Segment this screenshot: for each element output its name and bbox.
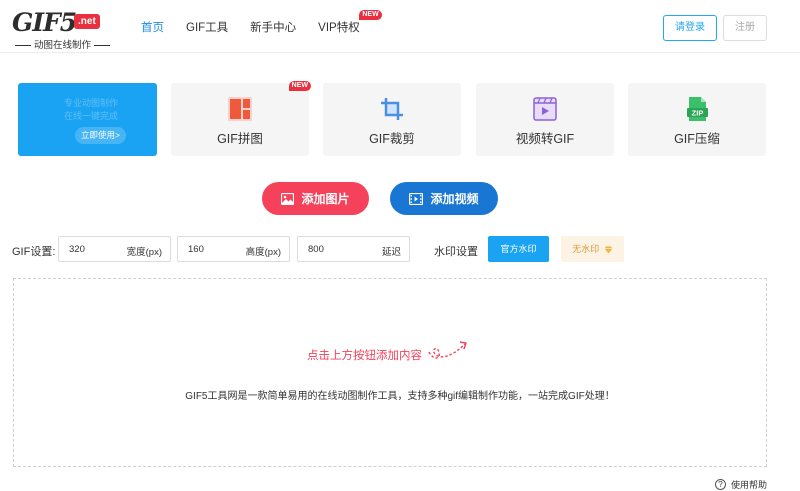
logo-text: GIF5 [12,8,77,37]
tool-label: GIF拼图 [217,132,263,146]
register-button[interactable]: 注册 [723,15,767,41]
promo-ghost-line-1: 专业动图制作 [64,98,119,108]
no-watermark-button[interactable]: 无水印 [561,236,624,262]
tool-label: GIF裁剪 [369,132,415,146]
crop-icon [381,98,403,120]
top-header: GIF5 .net 动图在线制作 首页 GIF工具 新手中心 VIP特权 NEW… [0,0,800,53]
site-logo[interactable]: GIF5 .net 动图在线制作 [12,8,113,51]
add-video-button[interactable]: 添加视频 [390,182,498,215]
zip-icon: ZIP [687,97,708,121]
official-watermark-button[interactable]: 官方水印 [488,236,549,262]
collage-icon [228,97,252,121]
width-field[interactable]: 320 宽度(px) [58,236,171,262]
nav-item-home[interactable]: 首页 [141,19,164,35]
use-now-button[interactable]: 立即使用> [75,127,126,144]
height-value: 160 [188,244,204,255]
height-field[interactable]: 160 高度(px) [177,236,290,262]
gif-settings-label: GIF设置: [12,246,56,258]
tool-card-gif-crop[interactable]: GIF裁剪 [323,83,461,156]
site-description: GIF5工具网是一款简单易用的在线动图制作工具，支持多种gif编辑制作功能，一站… [185,391,615,402]
main-nav: 首页 GIF工具 新手中心 VIP特权 NEW [141,0,382,53]
help-label: 使用帮助 [731,480,768,490]
diamond-icon [604,246,613,254]
add-image-label: 添加图片 [301,192,350,206]
nav-item-vip[interactable]: VIP特权 NEW [318,9,382,35]
width-value: 320 [69,244,85,255]
width-unit: 宽度(px) [126,247,162,258]
drop-area[interactable] [13,278,767,467]
tool-label: GIF压缩 [674,132,720,146]
vip-new-badge: NEW [359,9,382,20]
video-to-gif-icon [533,97,557,121]
nav-item-vip-label: VIP特权 [318,21,360,34]
question-icon: ? [715,479,726,490]
tool-card-gif-compress[interactable]: ZIP GIF压缩 [628,83,766,156]
tool-card-gif-collage[interactable]: GIF拼图 NEW [171,81,311,156]
nav-item-beginner[interactable]: 新手中心 [250,19,296,35]
add-video-label: 添加视频 [430,192,479,206]
delay-value: 800 [308,244,324,255]
tool-new-badge: NEW [288,81,311,91]
help-link[interactable]: ? 使用帮助 [715,478,767,491]
tool-label: 视频转GIF [515,132,575,146]
add-image-button[interactable]: 添加图片 [262,182,369,215]
height-unit: 高度(px) [245,247,281,258]
logo-net-badge: .net [74,14,100,29]
promo-banner[interactable]: 专业动图制作 在线一键完成 立即使用> [18,83,157,156]
zip-icon-text: ZIP [692,109,704,118]
delay-field[interactable]: 800 延迟 [297,236,410,262]
tool-card-video-to-gif[interactable]: 视频转GIF [476,83,614,156]
watermark-label: 水印设置 [434,246,478,258]
nav-item-gif-tools[interactable]: GIF工具 [186,19,228,35]
login-button[interactable]: 请登录 [663,15,717,41]
promo-ghost-line-2: 在线一键完成 [64,111,119,121]
delay-unit: 延迟 [381,247,401,258]
no-watermark-label: 无水印 [572,244,600,254]
logo-subtitle: 动图在线制作 [12,37,113,51]
drop-hint: 点击上方按钮添加内容 [307,350,422,362]
curved-arrow-icon [428,341,467,359]
image-icon [281,192,295,205]
video-film-icon [409,192,424,205]
